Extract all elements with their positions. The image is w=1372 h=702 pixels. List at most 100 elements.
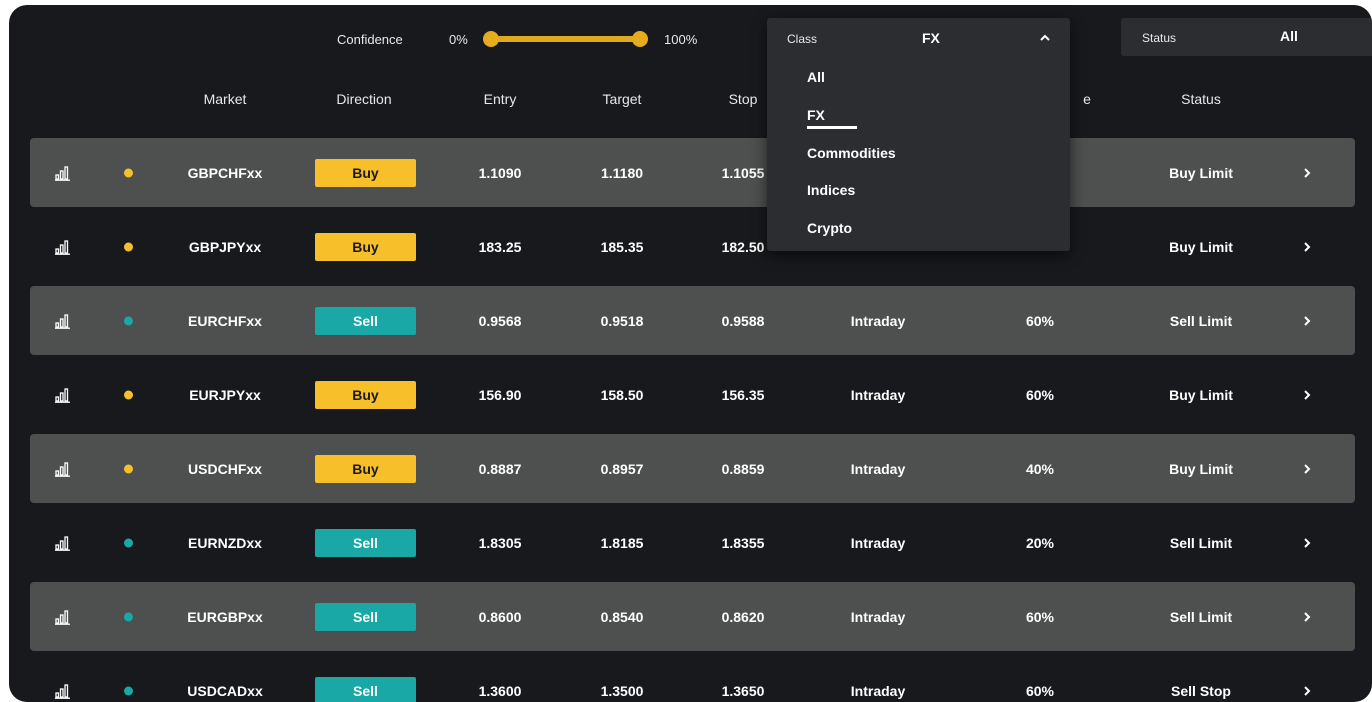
status-dot <box>124 612 133 621</box>
table-row[interactable]: USDCADxx Sell 1.3600 1.3500 1.3650 Intraday 60… <box>30 656 1355 702</box>
confidence-min-label: 0% <box>449 32 468 47</box>
table-row[interactable]: EURCHFxx Sell 0.9568 0.9518 0.9588 Intraday 60… <box>30 286 1355 355</box>
header-stop[interactable]: Stop <box>729 91 758 107</box>
timeframe-cell: Intraday <box>850 312 906 329</box>
market-cell: GBPCHFxx <box>187 164 263 181</box>
confidence-cell: 60% <box>1025 682 1055 699</box>
direction-badge: Sell <box>315 306 416 335</box>
stop-cell: 0.9588 <box>721 312 765 329</box>
direction-badge: Sell <box>315 676 416 702</box>
timeframe-cell: Intraday <box>850 682 906 699</box>
direction-badge: Buy <box>315 454 416 483</box>
stop-cell: 1.1055 <box>721 164 765 181</box>
confidence-cell: 40% <box>1025 460 1055 477</box>
direction-badge: Buy <box>315 380 416 409</box>
confidence-cell: 60% <box>1025 312 1055 329</box>
bar-chart-icon[interactable] <box>55 461 71 477</box>
class-option-crypto[interactable]: Crypto <box>807 220 852 236</box>
entry-cell: 0.8600 <box>478 608 522 625</box>
chevron-right-icon[interactable] <box>1300 610 1314 624</box>
market-cell: GBPJPYxx <box>188 238 262 255</box>
signals-panel: Confidence 0% 100% Status All Market Dir… <box>9 5 1372 702</box>
header-entry[interactable]: Entry <box>484 91 517 107</box>
status-filter-label: Status <box>1142 31 1177 45</box>
confidence-slider-max-handle[interactable] <box>632 31 648 47</box>
target-cell: 0.8540 <box>600 608 644 625</box>
class-option-commodities[interactable]: Commodities <box>807 145 896 161</box>
status-dot <box>124 390 133 399</box>
header-partial[interactable]: e <box>1083 91 1091 107</box>
status-dot <box>124 686 133 695</box>
bar-chart-icon[interactable] <box>55 387 71 403</box>
timeframe-cell: Intraday <box>850 608 906 625</box>
table-row[interactable]: EURGBPxx Sell 0.8600 0.8540 0.8620 Intraday 60… <box>30 582 1355 651</box>
class-filter-dropdown[interactable]: Class FX All FX Commodities Indices Cryp… <box>767 18 1070 251</box>
table-row[interactable]: USDCHFxx Buy 0.8887 0.8957 0.8859 Intraday 40%… <box>30 434 1355 503</box>
chevron-right-icon[interactable] <box>1300 388 1314 402</box>
chevron-right-icon[interactable] <box>1300 684 1314 698</box>
market-cell: USDCADxx <box>187 682 263 699</box>
class-option-indices[interactable]: Indices <box>807 182 855 198</box>
chevron-right-icon[interactable] <box>1300 240 1314 254</box>
market-cell: USDCHFxx <box>188 460 262 477</box>
status-cell: Sell Stop <box>1171 682 1231 699</box>
stop-cell: 1.3650 <box>721 682 765 699</box>
timeframe-cell: Intraday <box>850 386 906 403</box>
entry-cell: 156.90 <box>478 386 522 403</box>
class-option-all[interactable]: All <box>807 69 825 85</box>
status-cell: Buy Limit <box>1169 460 1233 477</box>
entry-cell: 1.1090 <box>478 164 522 181</box>
bar-chart-icon[interactable] <box>55 535 71 551</box>
target-cell: 185.35 <box>600 238 644 255</box>
status-dot <box>124 316 133 325</box>
entry-cell: 1.3600 <box>478 682 522 699</box>
market-cell: EURCHFxx <box>188 312 262 329</box>
header-market[interactable]: Market <box>204 91 247 107</box>
table-row[interactable]: EURNZDxx Sell 1.8305 1.8185 1.8355 Intraday 20… <box>30 508 1355 577</box>
chevron-right-icon[interactable] <box>1300 536 1314 550</box>
confidence-cell: 60% <box>1025 608 1055 625</box>
stop-cell: 182.50 <box>721 238 765 255</box>
target-cell: 1.1180 <box>600 164 644 181</box>
bar-chart-icon[interactable] <box>55 165 71 181</box>
table-row[interactable]: GBPCHFxx Buy 1.1090 1.1180 1.1055 Buy Limit <box>30 138 1355 207</box>
confidence-slider-min-handle[interactable] <box>483 31 499 47</box>
header-direction[interactable]: Direction <box>336 91 391 107</box>
status-filter-dropdown[interactable]: Status All <box>1121 18 1372 56</box>
table-row[interactable]: GBPJPYxx Buy 183.25 185.35 182.50 Buy Limit <box>30 212 1355 281</box>
confidence-slider-track[interactable] <box>489 36 639 42</box>
market-cell: EURGBPxx <box>187 608 263 625</box>
entry-cell: 1.8305 <box>478 534 522 551</box>
chevron-up-icon[interactable] <box>1035 28 1055 48</box>
status-filter-value: All <box>1280 28 1298 44</box>
bar-chart-icon[interactable] <box>55 609 71 625</box>
class-option-fx[interactable]: FX <box>807 107 825 123</box>
bar-chart-icon[interactable] <box>55 313 71 329</box>
status-dot <box>124 464 133 473</box>
target-cell: 0.9518 <box>600 312 644 329</box>
status-cell: Buy Limit <box>1169 386 1233 403</box>
chevron-right-icon[interactable] <box>1300 314 1314 328</box>
status-cell: Buy Limit <box>1169 164 1233 181</box>
confidence-cell: 20% <box>1025 534 1055 551</box>
direction-badge: Buy <box>315 158 416 187</box>
target-cell: 1.3500 <box>600 682 644 699</box>
stop-cell: 156.35 <box>721 386 765 403</box>
chevron-right-icon[interactable] <box>1300 166 1314 180</box>
chevron-right-icon[interactable] <box>1300 462 1314 476</box>
header-status[interactable]: Status <box>1181 91 1221 107</box>
bar-chart-icon[interactable] <box>55 683 71 699</box>
timeframe-cell: Intraday <box>850 534 906 551</box>
bar-chart-icon[interactable] <box>55 239 71 255</box>
table-row[interactable]: EURJPYxx Buy 156.90 158.50 156.35 Intraday 60%… <box>30 360 1355 429</box>
status-cell: Sell Limit <box>1169 312 1233 329</box>
direction-badge: Sell <box>315 528 416 557</box>
class-filter-value: FX <box>922 30 940 46</box>
stop-cell: 0.8859 <box>721 460 765 477</box>
status-dot <box>124 538 133 547</box>
status-dot <box>124 168 133 177</box>
timeframe-cell: Intraday <box>850 460 906 477</box>
direction-badge: Buy <box>315 232 416 261</box>
stop-cell: 0.8620 <box>721 608 765 625</box>
header-target[interactable]: Target <box>603 91 642 107</box>
